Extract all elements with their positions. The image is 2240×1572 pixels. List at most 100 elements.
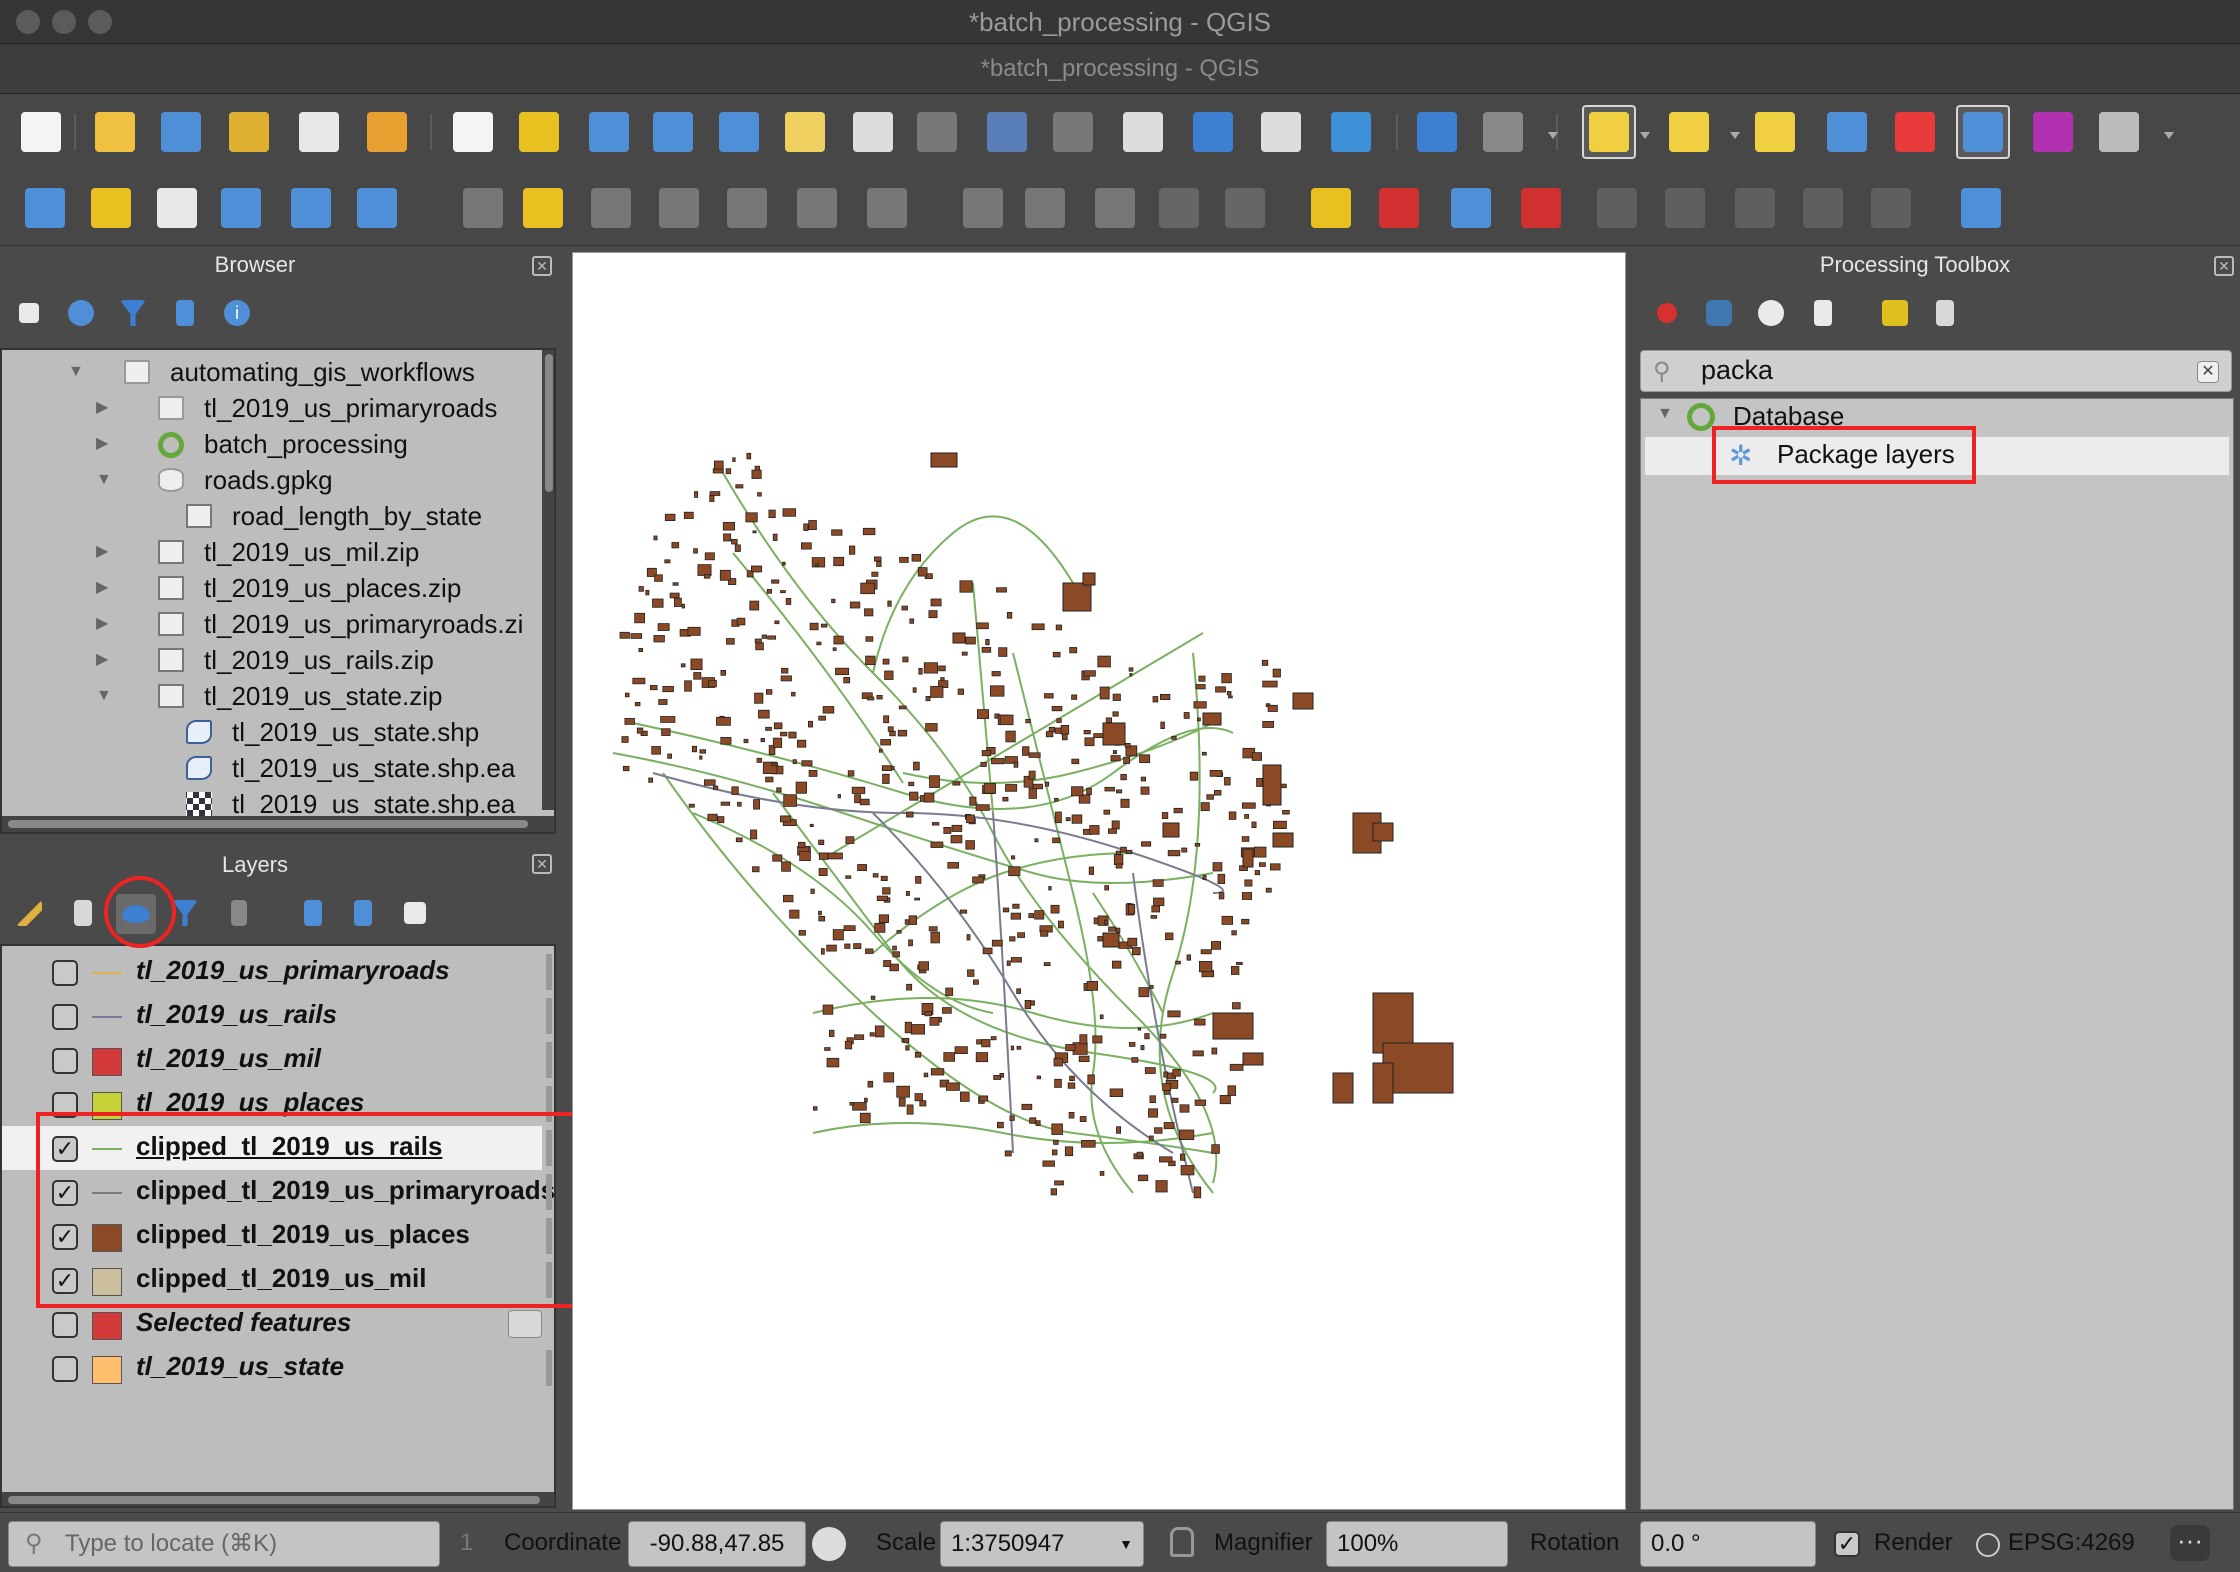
label-disabled-2-icon[interactable] bbox=[1658, 181, 1712, 235]
new-spatial-bookmark-icon[interactable] bbox=[1254, 105, 1308, 159]
pin-labels-icon[interactable] bbox=[1444, 181, 1498, 235]
browser-item[interactable]: ▶ tl_2019_us_rails.zip bbox=[2, 642, 542, 678]
layer-row[interactable]: tl_2019_us_rails bbox=[2, 994, 552, 1038]
label-disabled-1-icon[interactable] bbox=[1590, 181, 1644, 235]
models-icon[interactable] bbox=[1650, 296, 1684, 330]
crs-label[interactable]: EPSG:4269 bbox=[2008, 1521, 2135, 1565]
label-disabled-5-icon[interactable] bbox=[1864, 181, 1918, 235]
style-layer-icon[interactable] bbox=[12, 896, 46, 930]
scrollbar-thumb[interactable] bbox=[8, 820, 528, 828]
scrollbar-thumb[interactable] bbox=[8, 1496, 540, 1504]
browser-item[interactable]: tl_2019_us_state.shp bbox=[2, 714, 542, 750]
layer-row[interactable]: tl_2019_us_state bbox=[2, 1346, 552, 1390]
zoom-next-icon[interactable] bbox=[1046, 105, 1100, 159]
expand-arrow-icon[interactable]: ▶ bbox=[96, 390, 108, 426]
magnifier-stepper[interactable]: 100% bbox=[1326, 1521, 1508, 1567]
identify-icon[interactable] bbox=[1410, 105, 1464, 159]
delete-selected-icon[interactable] bbox=[860, 181, 914, 235]
browser-item[interactable]: ▶ tl_2019_us_mil.zip bbox=[2, 534, 542, 570]
browser-item[interactable]: ▶ tl_2019_us_primaryroads bbox=[2, 390, 542, 426]
remove-layer-icon[interactable] bbox=[398, 896, 432, 930]
toggle-extents-icon[interactable] bbox=[812, 1527, 846, 1561]
processing-toolbox-icon[interactable] bbox=[1956, 105, 2010, 159]
rotation-stepper[interactable]: 0.0 ° bbox=[1640, 1521, 1816, 1567]
collapse-arrow-icon[interactable]: ▼ bbox=[96, 678, 112, 714]
layer-visibility-checkbox[interactable] bbox=[52, 1312, 78, 1338]
browser-horizontal-scrollbar[interactable] bbox=[2, 816, 554, 832]
redo-icon[interactable] bbox=[1218, 181, 1272, 235]
layer-visibility-checkbox[interactable] bbox=[52, 1048, 78, 1074]
statistics-icon[interactable] bbox=[2026, 105, 2080, 159]
close-processing-panel-icon[interactable]: ✕ bbox=[2214, 256, 2234, 276]
edit-features-in-place-icon[interactable] bbox=[1878, 296, 1912, 330]
browser-item[interactable]: ▼ roads.gpkg bbox=[2, 462, 542, 498]
show-hide-labels-icon[interactable] bbox=[1514, 181, 1568, 235]
copy-features-icon[interactable] bbox=[1018, 181, 1072, 235]
layer-visibility-checkbox[interactable] bbox=[52, 1004, 78, 1030]
zoom-out-icon[interactable] bbox=[646, 105, 700, 159]
style-manager-icon[interactable] bbox=[360, 105, 414, 159]
map-canvas[interactable] bbox=[572, 252, 1626, 1510]
coordinate-field[interactable]: -90.88,47.85 bbox=[628, 1521, 806, 1567]
close-window-button[interactable] bbox=[16, 10, 40, 34]
add-feature-icon[interactable] bbox=[652, 181, 706, 235]
zoom-last-icon[interactable] bbox=[980, 105, 1034, 159]
browser-item[interactable]: road_length_by_state bbox=[2, 498, 542, 534]
minimize-window-button[interactable] bbox=[52, 10, 76, 34]
vertex-tool-icon[interactable] bbox=[350, 181, 404, 235]
expand-arrow-icon[interactable]: ▶ bbox=[96, 570, 108, 606]
filter-icon[interactable] bbox=[116, 296, 150, 330]
pan-icon[interactable] bbox=[446, 105, 500, 159]
browser-item[interactable]: ▶ tl_2019_us_places.zip bbox=[2, 570, 542, 606]
new-bookmark-icon[interactable] bbox=[1116, 105, 1170, 159]
digitize-icon[interactable] bbox=[150, 181, 204, 235]
new-virtual-layer-icon[interactable] bbox=[284, 181, 338, 235]
history-icon[interactable] bbox=[1754, 296, 1788, 330]
scrollbar-thumb[interactable] bbox=[545, 354, 553, 492]
new-project-icon[interactable] bbox=[14, 105, 68, 159]
expand-arrow-icon[interactable]: ▼ bbox=[1657, 405, 1673, 423]
new-print-layout-icon[interactable] bbox=[222, 105, 276, 159]
scale-select[interactable]: 1:3750947 ▼ bbox=[940, 1521, 1144, 1567]
paste-features-icon[interactable] bbox=[1088, 181, 1142, 235]
crs-globe-icon[interactable] bbox=[1976, 1533, 2000, 1557]
browser-item[interactable]: ▶ batch_processing bbox=[2, 426, 542, 462]
dropdown-arrow-icon[interactable] bbox=[1548, 132, 1558, 139]
measure-icon[interactable] bbox=[2092, 105, 2146, 159]
expand-arrow-icon[interactable]: ▶ bbox=[96, 642, 108, 678]
browser-item[interactable]: ▼ tl_2019_us_state.zip bbox=[2, 678, 542, 714]
dropdown-arrow-icon[interactable] bbox=[1640, 132, 1650, 139]
temporary-layer-indicator-icon[interactable] bbox=[508, 1310, 542, 1338]
results-viewer-icon[interactable] bbox=[1806, 296, 1840, 330]
undo-icon[interactable] bbox=[1152, 181, 1206, 235]
current-edits-icon[interactable] bbox=[456, 181, 510, 235]
layer-visibility-checkbox[interactable] bbox=[52, 1356, 78, 1382]
refresh-icon[interactable] bbox=[1324, 105, 1378, 159]
cut-features-icon[interactable] bbox=[956, 181, 1010, 235]
properties-icon[interactable]: i bbox=[220, 296, 254, 330]
field-calculator-icon[interactable] bbox=[1888, 105, 1942, 159]
locator-input[interactable]: ⚲ Type to locate (⌘K) bbox=[8, 1521, 440, 1567]
close-browser-panel-icon[interactable]: ✕ bbox=[532, 256, 552, 276]
move-feature-icon[interactable] bbox=[720, 181, 774, 235]
processing-options-icon[interactable] bbox=[1928, 296, 1962, 330]
new-geopackage-layer-icon[interactable] bbox=[84, 181, 138, 235]
lock-scale-icon[interactable] bbox=[1170, 1527, 1194, 1557]
label-disabled-3-icon[interactable] bbox=[1728, 181, 1782, 235]
expand-all-icon[interactable] bbox=[296, 896, 330, 930]
expand-arrow-icon[interactable]: ▶ bbox=[96, 534, 108, 570]
messages-icon[interactable]: ··· bbox=[2170, 1525, 2210, 1561]
expand-arrow-icon[interactable]: ▶ bbox=[96, 606, 108, 642]
processing-search-field[interactable]: ⚲ packa ✕ bbox=[1640, 350, 2232, 392]
render-checkbox[interactable]: ✓ bbox=[1834, 1531, 1860, 1557]
browser-item[interactable]: tl_2019_us_state.shp.ea bbox=[2, 750, 542, 786]
pan-to-selection-icon[interactable] bbox=[512, 105, 566, 159]
close-layers-panel-icon[interactable]: ✕ bbox=[532, 854, 552, 874]
add-selected-layers-icon[interactable] bbox=[12, 296, 46, 330]
dropdown-arrow-icon[interactable] bbox=[2164, 132, 2174, 139]
layout-manager-icon[interactable] bbox=[292, 105, 346, 159]
collapse-arrow-icon[interactable]: ▼ bbox=[96, 462, 112, 498]
maximize-window-button[interactable] bbox=[88, 10, 112, 34]
collapse-arrow-icon[interactable]: ▼ bbox=[68, 354, 84, 390]
diagram-icon[interactable] bbox=[1372, 181, 1426, 235]
